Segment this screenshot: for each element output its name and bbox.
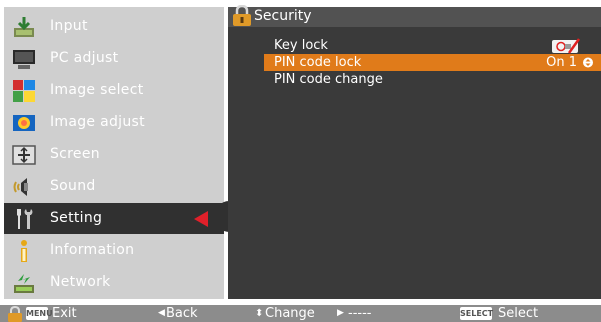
next-hint: ----- xyxy=(348,306,372,321)
exit-hint: Exit xyxy=(52,306,77,321)
image-adjust-icon xyxy=(13,115,35,131)
change-hint: Change xyxy=(265,306,315,321)
right-arrow-icon: ▶ xyxy=(337,308,344,318)
sidebar-item-network[interactable]: Network xyxy=(4,267,224,298)
pin-code-change-row[interactable]: PIN code change xyxy=(264,71,601,88)
input-icon xyxy=(14,17,34,37)
sidebar-item-input[interactable]: Input xyxy=(4,11,224,42)
image-select-icon xyxy=(13,80,35,102)
selection-arrow-icon xyxy=(194,211,208,227)
network-icon xyxy=(14,274,34,293)
left-arrow-icon: ◀ xyxy=(158,308,165,318)
row-label: PIN code lock xyxy=(274,55,362,70)
padlock-icon xyxy=(233,5,251,26)
sidebar-item-pc-adjust[interactable]: PC adjust xyxy=(4,43,224,74)
up-down-icon[interactable] xyxy=(583,57,593,68)
remote-lock-icon xyxy=(552,38,581,54)
up-down-arrow-icon: ⬍ xyxy=(255,308,264,319)
sidebar-item-label: Network xyxy=(50,274,111,290)
sidebar-item-sound[interactable]: Sound xyxy=(4,171,224,202)
sidebar-item-image-adjust[interactable]: Image adjust xyxy=(4,107,224,138)
pin-code-lock-row[interactable]: PIN code lock On 1 xyxy=(264,54,601,71)
sidebar-item-label: Screen xyxy=(50,146,100,162)
sidebar-item-screen[interactable]: Screen xyxy=(4,139,224,170)
pin-code-lock-value: On 1 xyxy=(546,55,577,70)
sidebar-item-label: PC adjust xyxy=(50,50,119,66)
panel-title: Security xyxy=(254,8,312,24)
row-label: PIN code change xyxy=(274,72,383,87)
sidebar-item-label: Image select xyxy=(50,82,144,98)
row-label: Key lock xyxy=(274,38,328,53)
sidebar-item-label: Setting xyxy=(50,210,103,226)
sidebar-item-label: Image adjust xyxy=(50,114,145,130)
select-hint: Select xyxy=(498,306,539,321)
sidebar-item-image-select[interactable]: Image select xyxy=(4,75,224,106)
screen-icon xyxy=(12,145,36,165)
key-lock-row[interactable]: Key lock xyxy=(264,37,601,54)
information-icon xyxy=(21,240,27,262)
select-key-badge: SELECT xyxy=(460,307,494,320)
sidebar-item-label: Input xyxy=(50,18,88,34)
padlock-icon xyxy=(8,306,22,322)
sidebar-item-label: Information xyxy=(50,242,135,258)
sidebar-item-label: Sound xyxy=(50,178,96,194)
sidebar-item-setting[interactable]: Setting xyxy=(4,203,224,234)
projector-menu-screen: Input PC adjust Image select Image adjus… xyxy=(0,0,601,322)
menu-key-badge: MENU xyxy=(26,307,53,320)
bottom-help-bar: MENU Exit ◀ Back ⬍ Change ▶ ----- SELECT… xyxy=(0,305,601,322)
pc-adjust-icon xyxy=(13,50,35,69)
setting-icon xyxy=(17,209,33,229)
sound-icon xyxy=(13,178,28,196)
back-hint: Back xyxy=(166,306,198,321)
sidebar-item-information[interactable]: Information xyxy=(4,235,224,266)
main-menu-sidebar: Input PC adjust Image select Image adjus… xyxy=(4,7,224,299)
